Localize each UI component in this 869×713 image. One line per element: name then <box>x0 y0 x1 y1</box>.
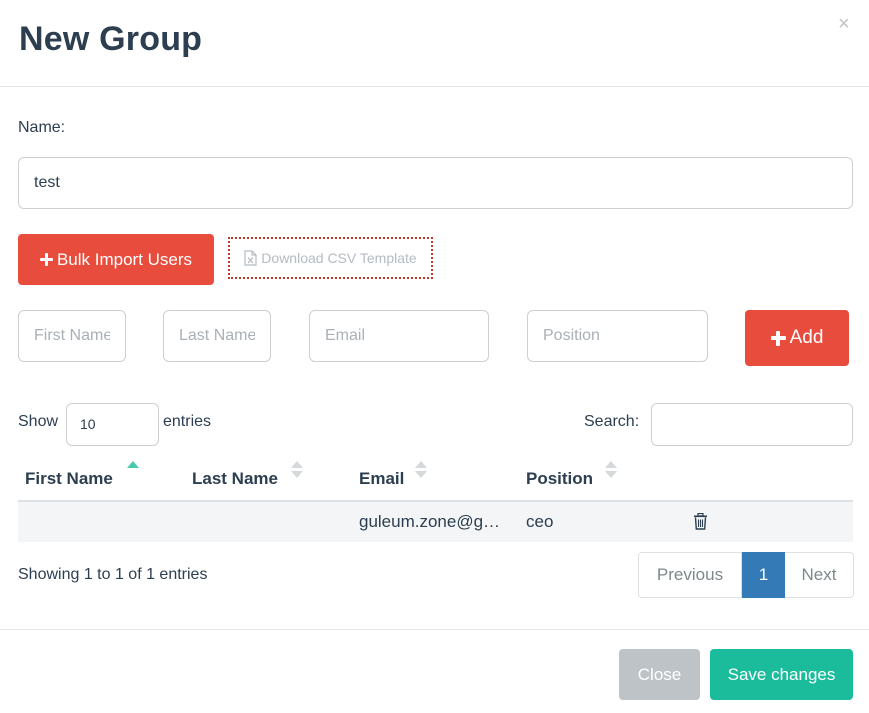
column-header-first-name[interactable]: First Name <box>25 469 113 489</box>
column-header-position[interactable]: Position <box>526 469 593 489</box>
close-icon[interactable]: × <box>838 14 850 34</box>
show-label: Show <box>18 413 59 430</box>
entries-per-page-select[interactable]: 10 <box>66 403 159 446</box>
email-field[interactable] <box>309 310 489 362</box>
modal-title: New Group <box>19 20 203 58</box>
bulk-import-users-button[interactable]: Bulk Import Users <box>18 234 214 285</box>
cell-email: guleum.zone@g… <box>359 512 501 531</box>
table-search-input[interactable] <box>651 403 853 446</box>
new-group-modal: New Group × Name: Bulk Import Users Down… <box>0 0 869 713</box>
add-label: Add <box>789 327 824 348</box>
group-name-input[interactable] <box>18 157 853 209</box>
search-label: Search: <box>584 413 640 430</box>
close-button[interactable]: Close <box>619 649 700 700</box>
csv-template-label: Download CSV Template <box>261 250 417 266</box>
sort-ascending-icon <box>127 461 139 468</box>
add-user-button[interactable]: Add <box>745 310 849 366</box>
name-label: Name: <box>18 119 66 136</box>
sort-both-icon <box>291 461 305 481</box>
plus-icon <box>39 253 53 266</box>
plus-icon <box>770 330 786 346</box>
table-info: Showing 1 to 1 of 1 entries <box>18 566 208 583</box>
modal-header: New Group × <box>0 0 869 87</box>
sort-both-icon <box>415 461 429 481</box>
first-name-field[interactable] <box>18 310 126 362</box>
save-changes-button[interactable]: Save changes <box>710 649 853 700</box>
file-excel-icon <box>244 250 257 266</box>
modal-footer-divider <box>0 629 869 630</box>
cell-position: ceo <box>526 512 554 531</box>
column-header-last-name[interactable]: Last Name <box>192 469 278 489</box>
position-field[interactable] <box>527 310 708 362</box>
previous-page-button[interactable]: Previous <box>638 552 742 598</box>
pagination: Previous 1 Next <box>638 552 854 598</box>
page-1-button[interactable]: 1 <box>742 552 785 598</box>
next-page-button[interactable]: Next <box>785 552 854 598</box>
bulk-import-label: Bulk Import Users <box>56 249 193 269</box>
entries-label: entries <box>163 413 212 430</box>
download-csv-template-link[interactable]: Download CSV Template <box>228 237 433 279</box>
column-header-email[interactable]: Email <box>359 469 404 489</box>
sort-both-icon <box>605 461 619 481</box>
last-name-field[interactable] <box>163 310 271 362</box>
trash-icon[interactable] <box>693 513 708 530</box>
